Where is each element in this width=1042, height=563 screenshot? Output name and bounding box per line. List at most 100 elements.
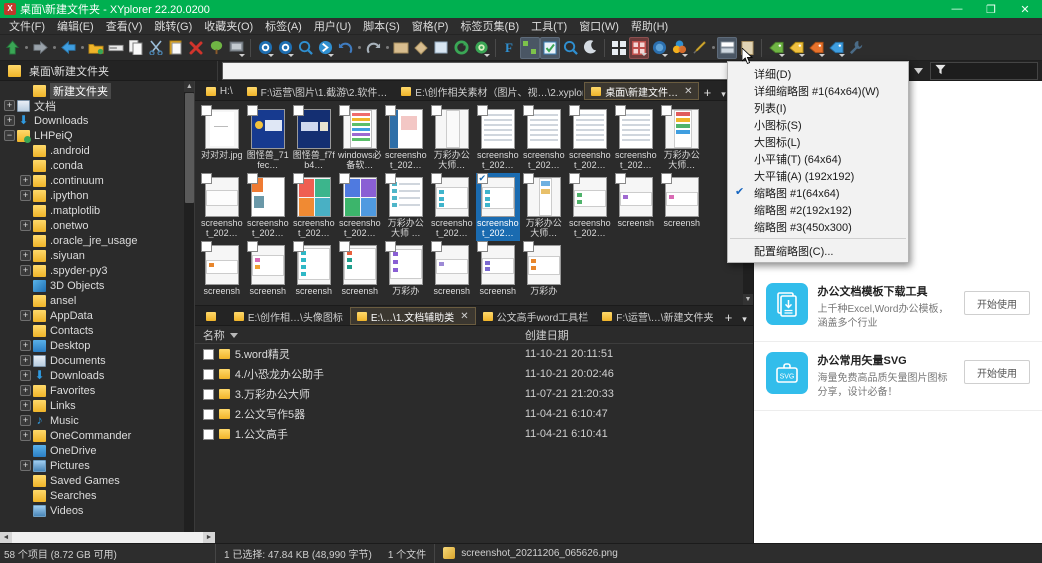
tree-item-music[interactable]: +♪Music: [0, 413, 194, 428]
thumbnail-item[interactable]: screenshot_202…: [246, 173, 290, 241]
view-menu-item[interactable]: 配置缩略图(C)...: [728, 242, 908, 259]
tree-item-pictures[interactable]: +Pictures: [0, 458, 194, 473]
diamond-icon[interactable]: [411, 37, 431, 59]
view-menu-item[interactable]: 小平铺(T) (64x64): [728, 150, 908, 167]
tree-expander-icon[interactable]: +: [20, 460, 31, 471]
menu-scripts[interactable]: 脚本(S): [357, 17, 406, 35]
tree-expander-icon[interactable]: +: [4, 115, 15, 126]
layout-grid-icon[interactable]: [609, 37, 629, 59]
thumbnail-checkbox[interactable]: [615, 173, 626, 184]
thumbnail-checkbox[interactable]: [661, 105, 672, 116]
tree-item-matplotlib[interactable]: .matplotlib: [0, 203, 194, 218]
search-icon[interactable]: [560, 37, 580, 59]
thumbnail-checkbox[interactable]: [339, 173, 350, 184]
tree-expander-icon[interactable]: +: [20, 370, 31, 381]
table-row[interactable]: 5.word精灵11-10-21 20:11:51: [195, 344, 753, 364]
tree-item-saved-games[interactable]: Saved Games: [0, 473, 194, 488]
minimize-button[interactable]: —: [940, 0, 974, 18]
view-mode-icon[interactable]: [629, 37, 649, 59]
thumbnail-item[interactable]: screenshot_202…: [568, 173, 612, 241]
redo-icon[interactable]: [363, 37, 383, 59]
thumbnail-checkbox[interactable]: [339, 105, 350, 116]
menu-help[interactable]: 帮助(H): [625, 17, 674, 35]
tab-2[interactable]: E:\…\1.文档辅助类✕: [350, 307, 476, 325]
pane-single-icon[interactable]: [737, 37, 757, 59]
tree-expander-icon[interactable]: +: [20, 355, 31, 366]
thumbnail-item[interactable]: screensh: [338, 241, 382, 306]
thumbnail-item[interactable]: screenshot_202…: [476, 105, 520, 173]
thumbnail-checkbox[interactable]: [385, 105, 396, 116]
menu-panes[interactable]: 窗格(P): [406, 17, 455, 35]
tree-expander-icon[interactable]: +: [20, 400, 31, 411]
thumbnail-checkbox[interactable]: [247, 173, 258, 184]
tree-item-[interactable]: 新建文件夹: [0, 83, 194, 98]
scroll-down-arrow[interactable]: ▼: [743, 294, 753, 305]
tag-yellow-icon[interactable]: [786, 37, 806, 59]
table-row[interactable]: 2.公文写作5器11-04-21 6:10:47: [195, 404, 753, 424]
tree-expander-icon[interactable]: +: [20, 385, 31, 396]
tree-item-conda[interactable]: .conda: [0, 158, 194, 173]
thumbnail-checkbox[interactable]: [247, 105, 258, 116]
thumbnail-item[interactable]: screensh: [660, 173, 704, 241]
thumbnail-item[interactable]: screenshot_202…: [338, 173, 382, 241]
tools-icon[interactable]: [846, 37, 866, 59]
thumbnail-item[interactable]: screenshot_202…: [568, 105, 612, 173]
undo-icon[interactable]: [335, 37, 355, 59]
tag-blue-icon[interactable]: [826, 37, 846, 59]
view-menu-item[interactable]: 详细缩略图 #1(64x64)(W): [728, 82, 908, 99]
tree-item-documents[interactable]: +Documents: [0, 353, 194, 368]
quick-search-icon[interactable]: [315, 37, 335, 59]
new-folder-icon[interactable]: [86, 37, 106, 59]
column-header-date[interactable]: 创建日期: [525, 327, 753, 343]
menu-tabsets[interactable]: 标签页集(B): [454, 17, 525, 35]
thumbnail-checkbox[interactable]: [615, 105, 626, 116]
back-arrow-icon[interactable]: [58, 37, 78, 59]
tree-expander-icon[interactable]: −: [4, 130, 15, 141]
tree-expander-icon[interactable]: +: [20, 415, 31, 426]
add-tab-button[interactable]: +: [721, 310, 737, 325]
tab-2[interactable]: E:\创作相关素材（图片、视…\2.xyplorer: [394, 82, 584, 100]
thumbnail-item[interactable]: screensh: [246, 241, 290, 306]
cut-icon[interactable]: [146, 37, 166, 59]
find-icon[interactable]: [295, 37, 315, 59]
thumbnail-checkbox[interactable]: [477, 173, 488, 184]
maximize-button[interactable]: ❐: [974, 0, 1008, 18]
column-header-name[interactable]: 名称: [195, 327, 525, 343]
thumbnail-item[interactable]: screensh: [200, 241, 244, 306]
thumbnail-item[interactable]: windows必备软…: [338, 105, 382, 173]
menu-edit[interactable]: 编辑(E): [51, 17, 100, 35]
tab-4[interactable]: F:\运营\…\新建文件夹: [595, 307, 720, 325]
row-checkbox[interactable]: [203, 349, 214, 360]
thumbnail-item[interactable]: 万彩办公大师 …: [384, 173, 428, 241]
tree-expander-icon[interactable]: +: [20, 250, 31, 261]
thumbnail-checkbox[interactable]: [339, 241, 350, 252]
thumbnail-checkbox[interactable]: [569, 173, 580, 184]
tree-item-desktop[interactable]: +Desktop: [0, 338, 194, 353]
tree-expander-icon[interactable]: +: [20, 190, 31, 201]
tree-item-downloads[interactable]: +⬇Downloads: [0, 368, 194, 383]
branch-icon[interactable]: [520, 37, 540, 59]
font-icon[interactable]: F: [500, 37, 520, 59]
tree-item-onedrive[interactable]: OneDrive: [0, 443, 194, 458]
target-blue-icon[interactable]: [275, 37, 295, 59]
filter-input[interactable]: [930, 62, 1038, 80]
box-white-icon[interactable]: [431, 37, 451, 59]
thumbnail-checkbox[interactable]: [431, 173, 442, 184]
table-row[interactable]: 1.公文高手11-04-21 6:10:41: [195, 424, 753, 444]
menu-user[interactable]: 用户(U): [308, 17, 357, 35]
close-icon[interactable]: ✕: [460, 311, 468, 322]
tree-expander-icon[interactable]: +: [20, 310, 31, 321]
ad-action-button[interactable]: 开始使用: [964, 291, 1030, 315]
view-menu-item[interactable]: 大图标(L): [728, 133, 908, 150]
thumbnail-item[interactable]: screensh: [430, 241, 474, 306]
row-checkbox[interactable]: [203, 429, 214, 440]
menu-file[interactable]: 文件(F): [3, 17, 51, 35]
thumbnail-item[interactable]: screensh: [614, 173, 658, 241]
rename-icon[interactable]: [106, 37, 126, 59]
thumbnail-checkbox[interactable]: [431, 241, 442, 252]
tree-item-oracle-jre-usage[interactable]: .oracle_jre_usage: [0, 233, 194, 248]
table-row[interactable]: 3.万彩办公大师11-07-21 21:20:33: [195, 384, 753, 404]
tree-item-continuum[interactable]: +.continuum: [0, 173, 194, 188]
thumbnail-checkbox[interactable]: [247, 241, 258, 252]
thumbnail-checkbox[interactable]: [293, 173, 304, 184]
